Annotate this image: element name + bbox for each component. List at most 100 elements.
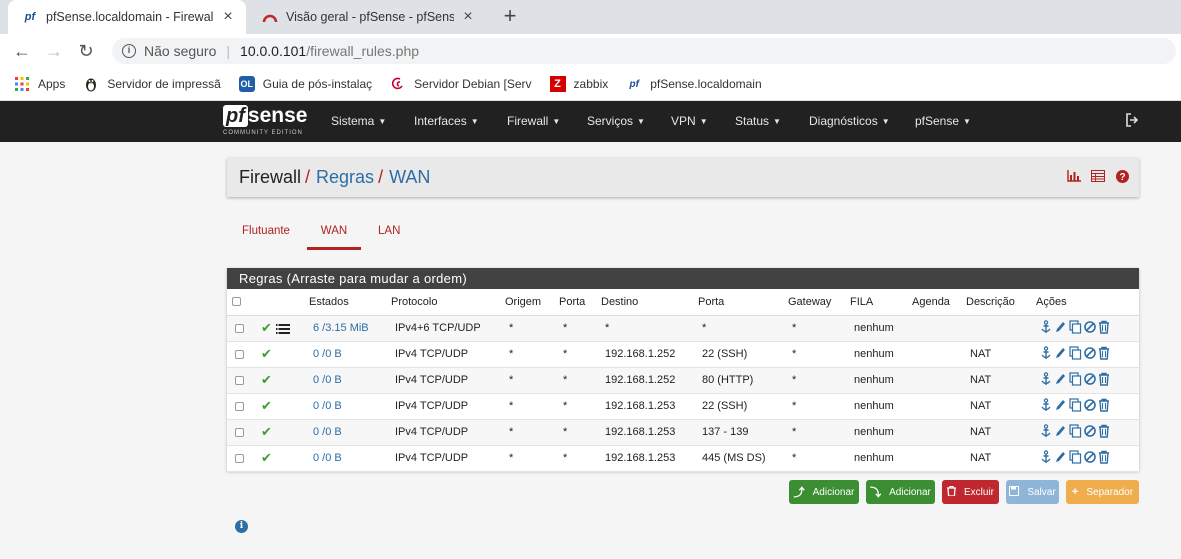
logo-pf: pf: [223, 105, 248, 127]
pass-check-icon[interactable]: ✔: [261, 450, 272, 465]
row-checkbox[interactable]: [235, 453, 244, 463]
menu-servicos[interactable]: Serviços ▼: [587, 101, 645, 142]
destination-cell: 192.168.1.252: [601, 341, 698, 368]
table-row[interactable]: ✔ 0 /0 B IPv4 TCP/UDP * * 192.168.1.253 137 - …: [227, 419, 1139, 446]
table-row[interactable]: ✔ 0 /0 B IPv4 TCP/UDP * * 192.168.1.252 80 (HT…: [227, 367, 1139, 394]
row-checkbox[interactable]: [235, 401, 244, 411]
gateway-cell: *: [788, 393, 850, 420]
zabbix-icon: Z: [549, 76, 566, 92]
arrow-up-icon: ⤴: [793, 487, 805, 499]
gateway-cell: *: [788, 341, 850, 368]
table-row[interactable]: ✔ 0 /0 B IPv4 TCP/UDP * * 192.168.1.252 22 (SS…: [227, 341, 1139, 368]
help-icon[interactable]: ?: [1115, 170, 1129, 184]
menu-status[interactable]: Status ▼: [735, 101, 781, 142]
pass-check-icon[interactable]: ✔: [261, 398, 272, 413]
destination-cell: *: [601, 315, 698, 342]
close-tab-icon[interactable]: ×: [220, 8, 236, 26]
info-icon[interactable]: i: [122, 44, 136, 58]
tab-title: pfSense.localdomain - Firewall: R: [46, 10, 214, 24]
row-checkbox[interactable]: [235, 375, 244, 385]
bookmark-apps[interactable]: Apps: [14, 76, 65, 92]
disable-icon: [1084, 320, 1096, 333]
disable-icon: [1084, 424, 1096, 437]
col-gateway: Gateway: [788, 289, 850, 316]
row-actions: [1041, 449, 1109, 464]
new-tab-icon[interactable]: +: [498, 5, 522, 29]
browser-tab-visao-geral[interactable]: Visão geral - pfSense - pfSense bu ×: [248, 0, 486, 34]
select-all-checkbox[interactable]: [232, 297, 241, 307]
bookmark-servidor-impressao[interactable]: Servidor de impressã: [83, 76, 221, 92]
menu-vpn[interactable]: VPN ▼: [671, 101, 708, 142]
bookmark-servidor-debian[interactable]: Servidor Debian [Serv: [390, 76, 532, 92]
anchor-icon: [1041, 371, 1051, 385]
back-arrow-icon[interactable]: ←: [12, 41, 32, 61]
table-row[interactable]: ✔ 0 /0 B IPv4 TCP/UDP * * 192.168.1.253 445 (M…: [227, 445, 1139, 472]
logo-sense: sense: [247, 104, 308, 127]
bookmark-guia-pos-instalacao[interactable]: OL Guia de pós-instalaç: [238, 76, 373, 92]
tab-lan[interactable]: LAN: [378, 218, 400, 250]
forward-arrow-icon[interactable]: →: [44, 41, 64, 61]
address-bar[interactable]: i Não seguro | 10.0.0.101 /firewall_rule…: [112, 38, 1176, 64]
menu-pfsense[interactable]: pfSense ▼: [915, 101, 971, 142]
breadcrumb-wan[interactable]: WAN: [389, 167, 430, 188]
pass-check-icon[interactable]: ✔: [261, 424, 272, 439]
security-status: Não seguro: [144, 43, 217, 59]
row-checkbox[interactable]: [235, 323, 244, 333]
states-link[interactable]: 0 /0 B: [313, 374, 342, 386]
row-checkbox[interactable]: [235, 427, 244, 437]
tab-wan[interactable]: WAN: [307, 218, 361, 250]
states-link[interactable]: 0 /0 B: [313, 348, 342, 360]
add-top-button[interactable]: ⤴ Adicionar: [789, 480, 859, 504]
info-icon[interactable]: i: [235, 520, 248, 533]
table-row[interactable]: ✔ 0 /0 B IPv4 TCP/UDP * * 192.168.1.253 22 (SS…: [227, 393, 1139, 420]
add-bottom-button[interactable]: ⤵ Adicionar: [866, 480, 935, 504]
table-row[interactable]: ✔ 6 /3.15 MiB IPv4+6 TCP/UDP * * * * * nenhum: [227, 315, 1139, 342]
menu-firewall[interactable]: Firewall ▼: [507, 101, 560, 142]
menu-diagnosticos[interactable]: Diagnósticos ▼: [809, 101, 890, 142]
col-acoes: Ações: [1036, 289, 1139, 316]
anchor-icon: [1041, 397, 1051, 411]
queue-cell: nenhum: [850, 315, 912, 342]
logout-icon[interactable]: [1125, 113, 1141, 129]
gateway-cell: *: [788, 445, 850, 472]
delete-button[interactable]: Excluir: [942, 480, 999, 504]
row-checkbox[interactable]: [235, 349, 244, 359]
source-cell: *: [505, 445, 559, 472]
source-cell: *: [505, 315, 559, 342]
browser-tab-firewall[interactable]: pf pfSense.localdomain - Firewall: R ×: [8, 0, 246, 34]
plus-icon: +: [1071, 486, 1079, 498]
state-list-icon[interactable]: [275, 324, 290, 335]
pass-check-icon[interactable]: ✔: [261, 346, 272, 361]
tab-flutuante[interactable]: Flutuante: [242, 218, 290, 250]
menu-sistema[interactable]: Sistema ▼: [331, 101, 386, 142]
close-tab-icon[interactable]: ×: [460, 8, 476, 26]
save-button[interactable]: Salvar: [1006, 480, 1059, 504]
bookmark-zabbix[interactable]: Z zabbix: [549, 76, 608, 92]
bookmark-label: Guia de pós-instalaç: [262, 77, 373, 91]
svg-text:?: ?: [1119, 172, 1125, 183]
separator-button[interactable]: + Separador: [1066, 480, 1139, 504]
pfsense-logo[interactable]: pf sense COMMUNITY EDITION: [223, 105, 309, 139]
bookmark-label: pfSense.localdomain: [650, 77, 762, 91]
chart-icon[interactable]: [1067, 170, 1081, 184]
table-icon[interactable]: [1091, 170, 1105, 184]
states-link[interactable]: 0 /0 B: [313, 400, 342, 412]
reload-icon[interactable]: ↻: [76, 41, 96, 61]
queue-cell: nenhum: [850, 341, 912, 368]
states-link[interactable]: 0 /0 B: [313, 426, 342, 438]
schedule-cell: [912, 445, 966, 472]
gateway-cell: *: [788, 419, 850, 446]
tab-title: Visão geral - pfSense - pfSense bu: [286, 10, 454, 24]
url-host: 10.0.0.101: [240, 43, 307, 59]
states-link[interactable]: 6 /3.15 MiB: [313, 322, 369, 334]
destination-port-cell: 22 (SSH): [698, 393, 788, 420]
bookmark-label: Servidor de impressã: [107, 77, 221, 91]
menu-interfaces[interactable]: Interfaces ▼: [414, 101, 479, 142]
panel-title: Regras (Arraste para mudar a ordem): [227, 268, 1139, 289]
states-link[interactable]: 0 /0 B: [313, 452, 342, 464]
breadcrumb-regras[interactable]: Regras: [316, 167, 374, 188]
pass-check-icon[interactable]: ✔: [261, 320, 272, 335]
source-port-cell: *: [559, 367, 601, 394]
bookmark-pfsense[interactable]: pf pfSense.localdomain: [626, 76, 762, 92]
pass-check-icon[interactable]: ✔: [261, 372, 272, 387]
